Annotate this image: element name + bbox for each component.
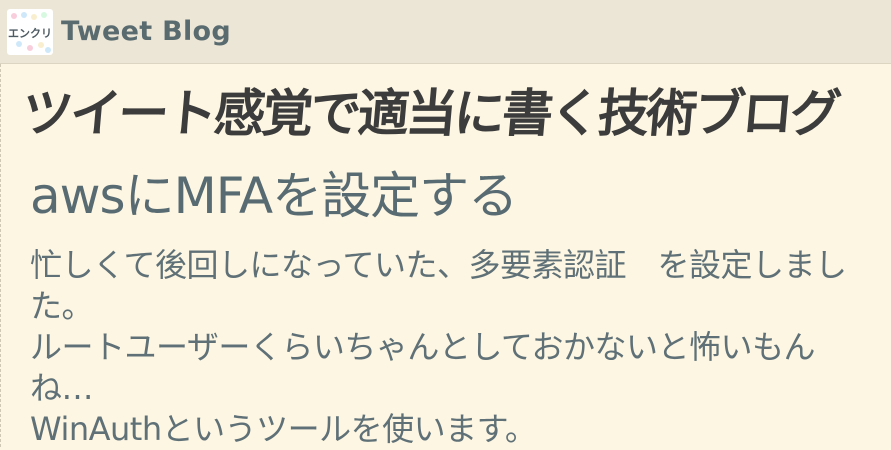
post-body: 忙しくて後回しになっていた、多要素認証 を設定しました。 ルートユーザーくらいち…	[30, 245, 850, 450]
post-paragraph: ルートユーザーくらいちゃんとしておかないと怖いもんね…	[30, 328, 815, 407]
site-logo[interactable]: エンクリ	[7, 8, 53, 55]
post-paragraph: WinAuthというツールを使います。	[30, 410, 537, 448]
post-title: awsにMFAを設定する	[30, 167, 518, 225]
site-header: エンクリ Tweet Blog	[0, 0, 891, 64]
post-paragraph: 忙しくて後回しになっていた、多要素認証 を設定しました。	[30, 246, 847, 325]
site-title[interactable]: Tweet Blog	[61, 16, 231, 47]
blog-banner: ツイート感覚で適当に書く技術ブログ	[19, 85, 841, 144]
left-dashed-rule	[0, 64, 1, 447]
logo-text: エンクリ	[8, 26, 52, 40]
